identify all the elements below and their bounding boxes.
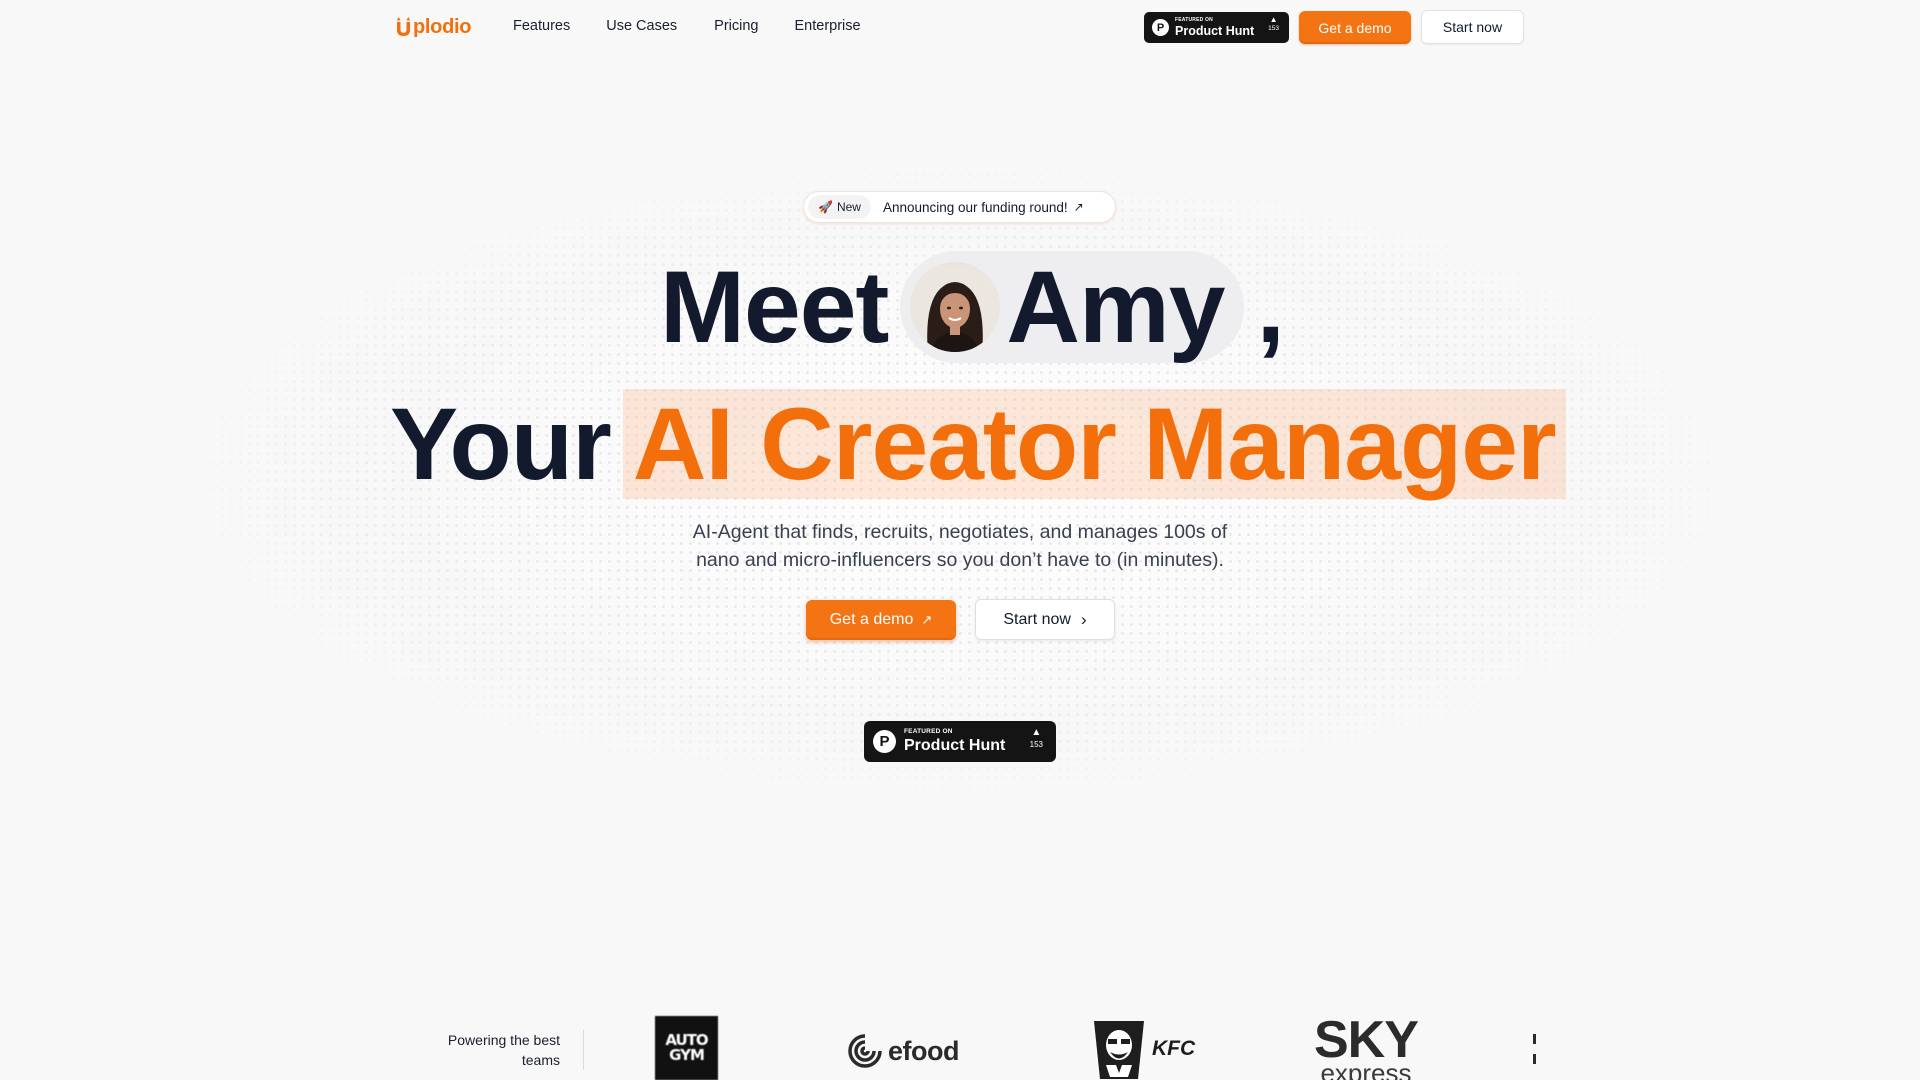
amy-avatar (910, 262, 1001, 352)
efood-swirl-icon (848, 1034, 882, 1068)
new-tag-label: New (836, 200, 861, 214)
ph-votes: ▲ 153 (1268, 16, 1279, 33)
arrow-up-right-icon: ↗ (921, 612, 933, 627)
headline-comma: , (1256, 249, 1284, 364)
product-hunt-icon: P (873, 730, 896, 753)
rocket-icon: 🚀 (818, 200, 833, 214)
headline-amy: Amy (1006, 249, 1225, 364)
ph-featured-label: FEATURED ON (1175, 16, 1213, 23)
nav-link-enterprise[interactable]: Enterprise (794, 18, 860, 34)
nav-start-now-button[interactable]: Start now (1421, 10, 1524, 44)
ph-vote-count: 153 (1029, 740, 1043, 749)
ph-name-label: Product Hunt (904, 736, 1006, 754)
hero-demo-label: Get a demo (829, 611, 914, 628)
amy-pill: Amy (900, 249, 1245, 364)
headline-line-2: Your AI Creator Manager (390, 386, 1566, 501)
kfc-colonel-icon (1094, 1021, 1144, 1079)
ph-featured-label: FEATURED ON (904, 728, 953, 736)
ph-vote-count: 153 (1268, 25, 1279, 32)
product-hunt-icon: P (1152, 19, 1169, 36)
logo-strip-divider (583, 1030, 584, 1070)
headline-highlight: AI Creator Manager (622, 387, 1566, 501)
express-wordmark: express (1320, 1058, 1412, 1080)
product-hunt-badge-nav[interactable]: P FEATURED ON Product Hunt ▲ 153 (1144, 12, 1289, 43)
partial-logo-icon (1533, 1034, 1536, 1064)
hero-get-demo-button[interactable]: Get a demo ↗ (806, 600, 956, 640)
ph-votes: ▲ 153 (1030, 728, 1043, 749)
autogym-logo: AUTO GYM (655, 1016, 718, 1080)
nav-link-features[interactable]: Features (513, 18, 570, 34)
logo-strip-caption: Powering the best teams (420, 1030, 560, 1070)
efood-logo: efood (846, 1030, 960, 1072)
kfc-logo: KFC (1090, 1018, 1195, 1080)
product-hunt-badge-hero[interactable]: P FEATURED ON Product Hunt ▲ 153 (864, 721, 1056, 762)
arrow-up-right-icon: ↗ (1073, 200, 1084, 214)
uplodio-logo[interactable]: plodio (395, 12, 471, 42)
product-hunt-texts: FEATURED ON Product Hunt (1175, 16, 1255, 38)
product-hunt-texts: FEATURED ON Product Hunt (904, 729, 1005, 754)
efood-wordmark: efood (888, 1035, 960, 1066)
nav-get-demo-button[interactable]: Get a demo (1299, 11, 1411, 44)
ph-name-label: Product Hunt (1175, 23, 1255, 38)
nav-link-use-cases[interactable]: Use Cases (606, 18, 677, 34)
upvote-icon: ▲ (1269, 15, 1278, 24)
sky-express-logo: SKY express (1314, 1014, 1419, 1080)
subtitle-line-2: nano and micro-influencers so you don’t … (696, 549, 1224, 571)
logo-text: plodio (413, 15, 472, 38)
headline-meet: Meet (660, 249, 889, 364)
announcement-text: Announcing our funding round! (882, 199, 1068, 215)
hero-start-now-button[interactable]: Start now › (975, 599, 1115, 640)
partial-logo-edge (1531, 1032, 1537, 1068)
hero-start-label: Start now (1003, 610, 1071, 628)
upvote-icon: ▲ (1031, 727, 1042, 738)
subtitle-line-1: AI-Agent that finds, recruits, negotiate… (692, 521, 1228, 543)
new-tag: 🚀 New (808, 195, 871, 219)
headline-line-1: Meet Amy , (660, 249, 1285, 364)
headline-your: Your (390, 386, 612, 501)
nav-links: Features Use Cases Pricing Enterprise (513, 18, 897, 34)
caption-line-2: teams (521, 1052, 560, 1068)
caption-line-1: Powering the best (447, 1032, 560, 1048)
kfc-wordmark: KFC (1152, 1037, 1196, 1060)
nav-link-pricing[interactable]: Pricing (714, 18, 758, 34)
uplodio-logo-icon (396, 17, 411, 36)
chevron-right-icon: › (1080, 609, 1087, 629)
announcement-pill[interactable]: 🚀 New Announcing our funding round! ↗ (803, 191, 1116, 223)
hero-subtitle: AI-Agent that finds, recruits, negotiate… (580, 518, 1340, 574)
navbar: plodio Features Use Cases Pricing Enterp… (0, 0, 1920, 56)
amy-portrait-image (910, 265, 1001, 352)
autogym-line-2: GYM (669, 1046, 705, 1064)
